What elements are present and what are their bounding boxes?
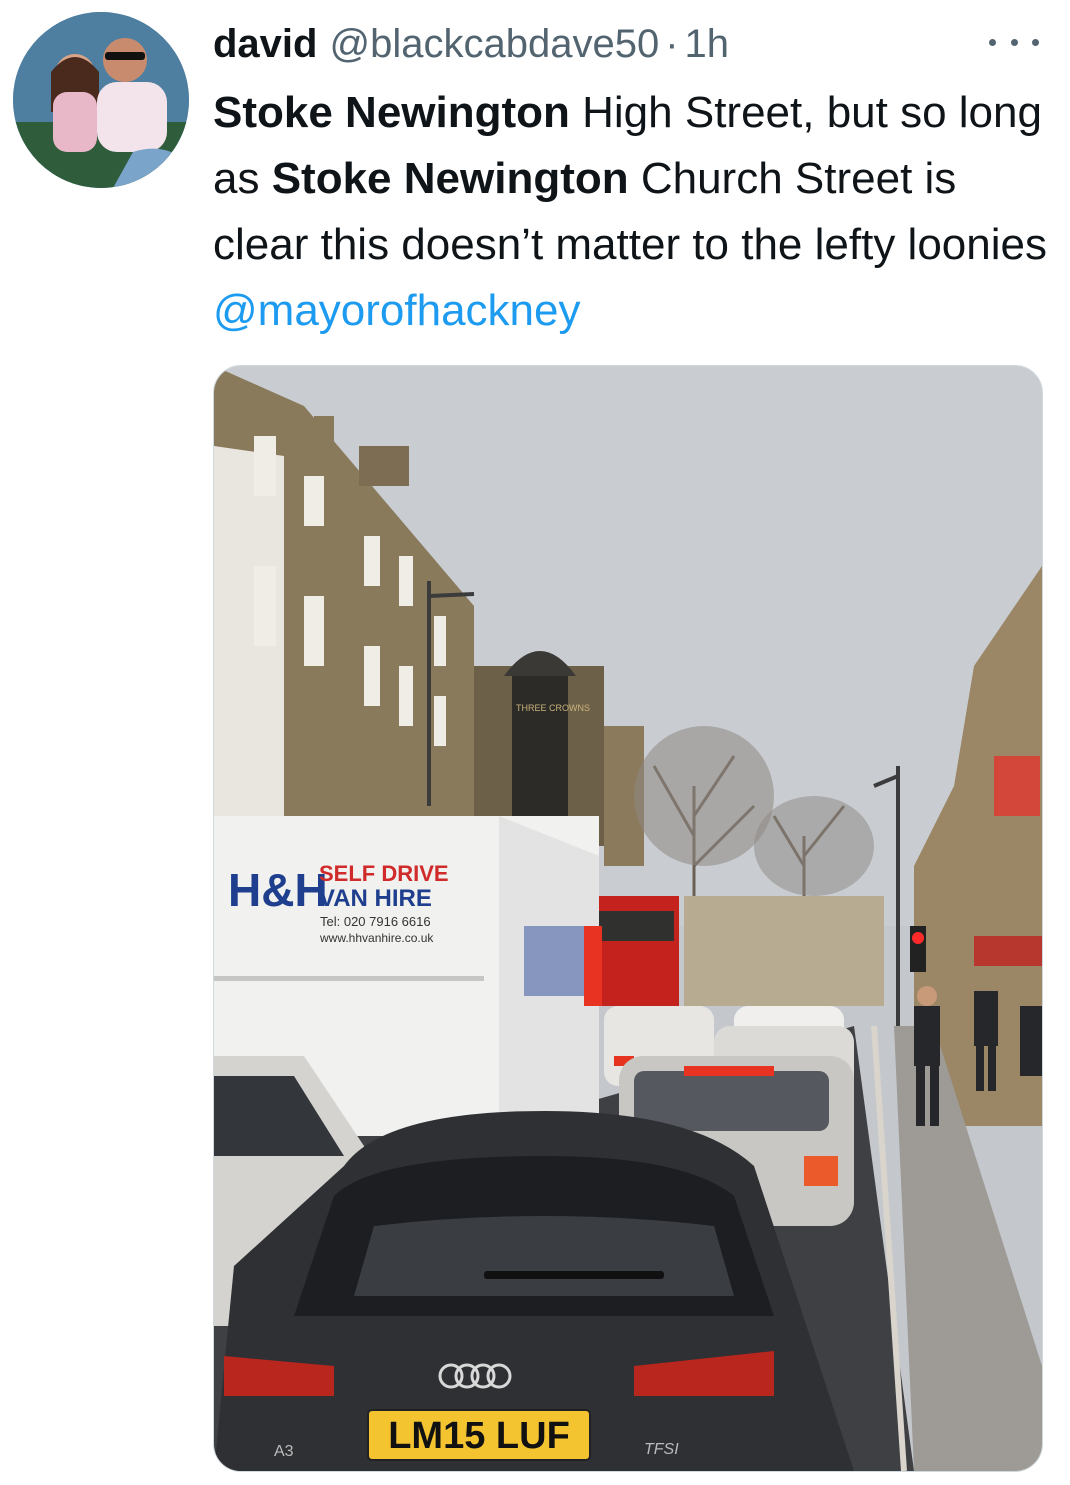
- author-handle[interactable]: @blackcabdave50: [329, 22, 659, 67]
- tweet-text: Stoke Newington High Street, but so long…: [213, 80, 1053, 344]
- avatar-photo: [13, 12, 189, 188]
- van-tel-text: Tel: 020 7916 6616: [320, 914, 431, 929]
- license-plate-text: LM15 LUF: [388, 1415, 570, 1457]
- van-logo-text: H&H: [228, 864, 328, 916]
- tweet-text-bold-3: Stoke Newington: [271, 154, 629, 203]
- tweet-header: david @blackcabdave50 · 1h: [213, 16, 729, 72]
- van-line2-text: VAN HIRE: [319, 885, 432, 912]
- van-line1-text: SELF DRIVE: [319, 861, 449, 886]
- mention-link[interactable]: @mayorofhackney: [213, 286, 581, 335]
- model-badge-text: A3: [274, 1443, 294, 1460]
- author-avatar[interactable]: [13, 12, 189, 188]
- street-photo: THREE CROWNS H&H SELF DRIVE VAN HIRE Tel…: [214, 366, 1042, 1471]
- tweet-timestamp[interactable]: 1h: [685, 22, 730, 67]
- engine-badge-text: TFSI: [644, 1441, 679, 1458]
- separator-dot: ·: [665, 21, 679, 66]
- tweet-photo[interactable]: THREE CROWNS H&H SELF DRIVE VAN HIRE Tel…: [213, 365, 1043, 1472]
- van-web-text: www.hhvanhire.co.uk: [319, 931, 434, 945]
- more-options-icon[interactable]: [986, 22, 1042, 62]
- author-name[interactable]: david: [213, 22, 317, 67]
- tweet-text-bold-1: Stoke Newington: [213, 88, 570, 137]
- pub-sign-text: THREE CROWNS: [516, 703, 590, 713]
